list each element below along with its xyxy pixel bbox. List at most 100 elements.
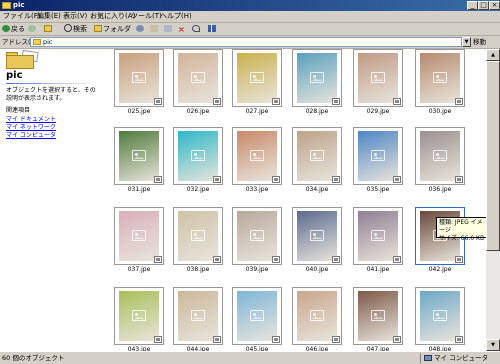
history-button[interactable] xyxy=(136,24,145,34)
image-placeholder-icon xyxy=(310,230,324,241)
status-divider xyxy=(420,353,421,363)
link-my-documents[interactable]: マイ ドキュメント xyxy=(6,116,56,123)
maximize-button[interactable]: □ xyxy=(478,1,489,10)
folder-icon xyxy=(2,2,11,9)
file-type-icon xyxy=(154,336,162,343)
thumbnail-preview xyxy=(420,291,460,341)
thumbnail-preview xyxy=(358,53,398,103)
file-type-icon xyxy=(332,98,340,105)
menu-view[interactable]: 表示(V) xyxy=(63,12,87,21)
thumbnail-preview xyxy=(119,131,159,181)
thumbnail-preview xyxy=(119,53,159,103)
forward-button[interactable] xyxy=(28,24,37,34)
file-thumbnail[interactable]: 033.jpe xyxy=(232,127,282,195)
minimize-button[interactable]: _ xyxy=(467,1,478,10)
thumbnail-frame xyxy=(353,207,403,265)
folders-icon xyxy=(94,25,102,32)
thumbnail-preview xyxy=(237,291,277,341)
file-thumbnail[interactable]: 035.jpe xyxy=(353,127,403,195)
thumbnail-preview xyxy=(297,211,337,261)
menu-bar: ファイル(F) 編集(E) 表示(V) お気に入り(A) ツール(T) ヘルプ(… xyxy=(0,11,500,23)
thumbnail-preview xyxy=(119,291,159,341)
link-my-computer[interactable]: マイ コンピュータ xyxy=(6,132,56,139)
vertical-scrollbar[interactable]: ▲ ▼ xyxy=(486,49,500,351)
toolbar: 戻る 検索 フォルダ × xyxy=(0,23,500,36)
back-arrow-icon xyxy=(2,25,10,32)
thumbnail-frame xyxy=(292,287,342,345)
up-folder-button[interactable] xyxy=(44,24,53,34)
open-folder-icon xyxy=(6,49,39,69)
file-thumbnail[interactable]: 047.jpe xyxy=(353,287,403,351)
thumbnail-frame xyxy=(415,49,465,107)
file-type-icon xyxy=(393,256,401,263)
thumbnail-frame xyxy=(173,49,223,107)
file-thumbnail[interactable]: 038.jpe xyxy=(173,207,223,275)
close-button[interactable]: × xyxy=(489,1,500,10)
file-name: 033.jpe xyxy=(245,186,269,193)
file-thumbnail[interactable]: 044.jpe xyxy=(173,287,223,351)
file-name: 030.jpe xyxy=(428,108,452,115)
menu-file[interactable]: ファイル(F) xyxy=(3,12,41,21)
file-thumbnail[interactable]: 026.jpe xyxy=(173,49,223,117)
file-thumbnail[interactable]: 025.jpe xyxy=(114,49,164,117)
file-thumbnail[interactable]: 037.jpe xyxy=(114,207,164,275)
thumbnail-preview xyxy=(237,131,277,181)
thumbnail-preview xyxy=(178,131,218,181)
scroll-down-button[interactable]: ▼ xyxy=(486,339,500,351)
scroll-thumb[interactable] xyxy=(486,61,500,251)
title-bar: pic _ □ × xyxy=(0,0,500,11)
file-thumbnail[interactable]: 028.jpe xyxy=(292,49,342,117)
folder-title: pic xyxy=(6,70,23,81)
move-to-button[interactable] xyxy=(150,24,159,34)
copy-to-button[interactable] xyxy=(164,24,173,34)
thumbnail-frame xyxy=(415,287,465,345)
file-thumbnail[interactable]: 041.jpe xyxy=(353,207,403,275)
link-my-network[interactable]: マイ ネットワーク xyxy=(6,124,56,131)
folders-button[interactable]: フォルダ xyxy=(94,24,131,34)
file-type-icon xyxy=(272,256,280,263)
file-type-icon xyxy=(455,176,463,183)
address-input[interactable]: pic xyxy=(30,37,462,47)
file-thumbnail[interactable]: 040.jpe xyxy=(292,207,342,275)
file-thumbnail[interactable]: 032.jpe xyxy=(173,127,223,195)
file-thumbnail[interactable]: 030.jpe xyxy=(415,49,465,117)
file-thumbnail[interactable]: 046.jpe xyxy=(292,287,342,351)
go-button[interactable]: 移動 xyxy=(473,37,486,47)
go-label: 移動 xyxy=(473,38,486,46)
delete-icon: × xyxy=(178,25,185,34)
scroll-up-button[interactable]: ▲ xyxy=(486,49,500,61)
views-icon xyxy=(208,25,216,32)
file-thumbnail[interactable]: 027.jpe xyxy=(232,49,282,117)
file-thumbnail[interactable]: 045.jpe xyxy=(232,287,282,351)
thumbnail-frame xyxy=(114,287,164,345)
file-type-icon xyxy=(393,98,401,105)
copy-to-icon xyxy=(164,25,172,32)
image-placeholder-icon xyxy=(371,72,385,83)
thumbnail-frame xyxy=(353,49,403,107)
address-dropdown-button[interactable]: ▼ xyxy=(462,37,471,47)
file-type-icon xyxy=(154,256,162,263)
menu-favorites[interactable]: お気に入り(A) xyxy=(90,12,135,21)
thumbnail-preview xyxy=(297,53,337,103)
file-thumbnail[interactable]: 036.jpe xyxy=(415,127,465,195)
file-thumbnail[interactable]: 039.jpe xyxy=(232,207,282,275)
file-name: 028.jpe xyxy=(305,108,329,115)
undo-button[interactable] xyxy=(192,24,201,34)
file-thumbnail[interactable]: 048.jpe xyxy=(415,287,465,351)
back-button[interactable]: 戻る xyxy=(2,24,25,34)
menu-edit[interactable]: 編集(E) xyxy=(37,12,61,21)
views-button[interactable] xyxy=(208,24,217,34)
search-button[interactable]: 検索 xyxy=(64,24,87,34)
file-type-icon xyxy=(332,176,340,183)
file-thumbnail[interactable]: 034.jpe xyxy=(292,127,342,195)
file-thumbnail[interactable]: 031.jpe xyxy=(114,127,164,195)
image-placeholder-icon xyxy=(433,150,447,161)
menu-tools[interactable]: ツール(T) xyxy=(131,12,162,21)
history-icon xyxy=(136,25,144,32)
delete-button[interactable]: × xyxy=(178,24,186,34)
file-thumbnail[interactable]: 029.jpe xyxy=(353,49,403,117)
file-thumbnail[interactable]: 043.jpe xyxy=(114,287,164,351)
file-type-icon xyxy=(455,336,463,343)
menu-help[interactable]: ヘルプ(H) xyxy=(160,12,192,21)
file-type-icon xyxy=(154,176,162,183)
